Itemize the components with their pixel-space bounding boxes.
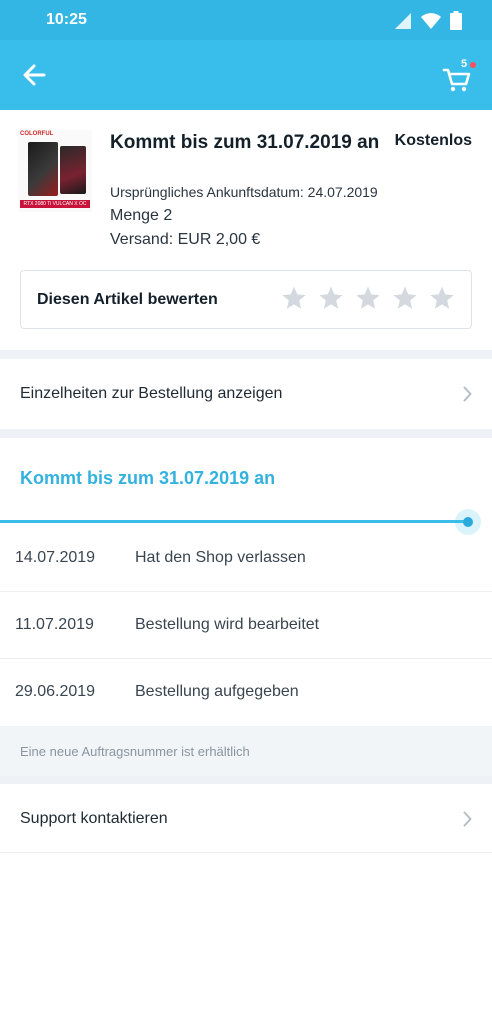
star-icon-4[interactable] <box>392 285 418 311</box>
tracking-title: Kommt bis zum 31.07.2019 an <box>20 468 276 488</box>
product-image-brand: COLORFUL <box>20 131 54 137</box>
star-icon-5[interactable] <box>429 285 455 311</box>
shipping-cost: Versand: EUR 2,00 € <box>110 231 261 248</box>
cart-button[interactable]: 5 <box>442 58 478 92</box>
product-summary: COLORFUL RTX 2080 Ti VULCAN X OC Kommt b… <box>0 110 492 350</box>
tracking-event-date: 11.07.2019 <box>15 616 94 633</box>
rate-item-label: Diesen Artikel bewerten <box>37 291 218 308</box>
product-box-graphic <box>28 142 58 196</box>
star-icon-2[interactable] <box>318 285 344 311</box>
battery-icon <box>450 11 462 30</box>
tracking-event: 29.06.2019 Bestellung aufgegeben <box>0 659 492 726</box>
product-price: Kostenlos <box>394 132 472 149</box>
rate-item-box: Diesen Artikel bewerten <box>20 270 472 329</box>
product-arrival-title: Kommt bis zum 31.07.2019 an <box>110 132 380 153</box>
tracking-event-date: 14.07.2019 <box>15 549 96 566</box>
tracking-event-description: Bestellung aufgegeben <box>135 683 299 700</box>
back-button[interactable] <box>18 60 52 90</box>
contact-support-label: Support kontaktieren <box>20 810 168 827</box>
status-icons <box>394 10 462 30</box>
chevron-right-icon <box>463 386 472 402</box>
product-image[interactable]: COLORFUL RTX 2080 Ti VULCAN X OC <box>18 130 92 212</box>
arrow-left-icon <box>23 64 46 86</box>
original-arrival-date: Ursprüngliches Ankunftsdatum: 24.07.2019 <box>110 184 378 200</box>
new-order-number-text: Eine neue Auftragsnummer ist erhältlich <box>20 744 250 759</box>
star-rating <box>281 285 455 311</box>
cellular-signal-icon <box>395 13 411 29</box>
wifi-icon <box>421 13 441 29</box>
product-quantity: Menge 2 <box>110 207 173 224</box>
product-image-strip: RTX 2080 Ti VULCAN X OC <box>20 200 90 208</box>
section-divider <box>0 852 492 853</box>
tracking-progress-line <box>0 520 468 523</box>
tracking-event-description: Hat den Shop verlassen <box>135 549 306 566</box>
graphics-card-graphic <box>60 146 86 194</box>
tracking-event-date: 29.06.2019 <box>15 683 96 700</box>
status-time: 10:25 <box>46 11 87 28</box>
tracking-event: 14.07.2019 Hat den Shop verlassen <box>0 525 492 592</box>
section-divider <box>0 429 492 438</box>
section-divider <box>0 350 492 359</box>
cart-count-badge: 5 <box>461 58 468 70</box>
order-details-link[interactable]: Einzelheiten zur Bestellung anzeigen <box>0 359 492 429</box>
new-order-number-notice: Eine neue Auftragsnummer ist erhältlich <box>0 726 492 776</box>
tracking-event-description: Bestellung wird bearbeitet <box>135 616 320 633</box>
section-divider <box>0 776 492 784</box>
chevron-right-icon <box>463 811 472 827</box>
contact-support-link[interactable]: Support kontaktieren <box>0 784 492 854</box>
tracking-event: 11.07.2019 Bestellung wird bearbeitet <box>0 592 492 659</box>
star-icon-3[interactable] <box>355 285 381 311</box>
order-details-label: Einzelheiten zur Bestellung anzeigen <box>20 385 283 402</box>
cart-notification-dot <box>470 62 476 68</box>
app-bar: 5 <box>0 40 492 110</box>
shopping-cart-icon <box>442 68 471 92</box>
star-icon-1[interactable] <box>281 285 307 311</box>
status-bar: 10:25 <box>0 0 492 40</box>
